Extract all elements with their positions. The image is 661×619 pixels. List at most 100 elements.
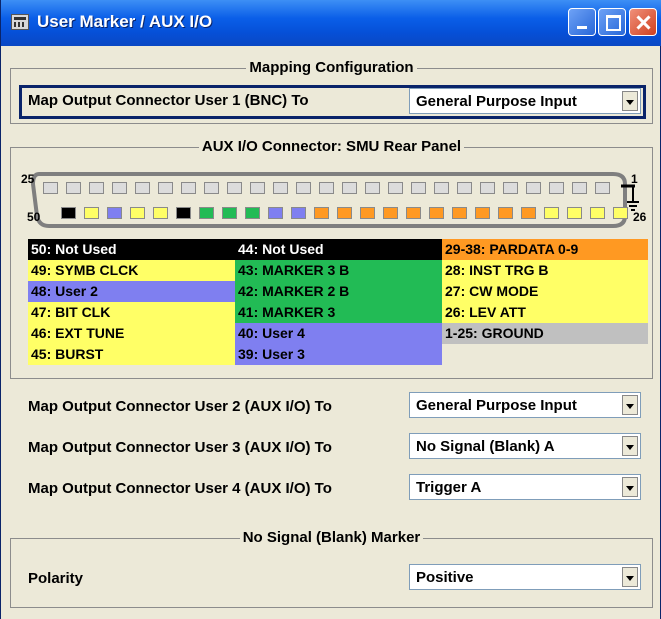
dropdown-arrow-icon[interactable]	[622, 395, 638, 415]
connector-pin-bottom	[245, 207, 260, 219]
blank-group-title: No Signal (Blank) Marker	[239, 529, 424, 546]
connector-pin-bottom	[475, 207, 490, 219]
connector-pin-top	[526, 182, 541, 194]
connector-pin-top	[66, 182, 81, 194]
connector-pin-top	[503, 182, 518, 194]
connector-pin-top	[135, 182, 150, 194]
legend-item: 46: EXT TUNE	[28, 323, 235, 344]
connector-pin-top	[89, 182, 104, 194]
output-user3-label: Map Output Connector User 3 (AUX I/O) To	[28, 439, 332, 456]
connector-pin-top	[595, 182, 610, 194]
connector-pin-bottom	[498, 207, 513, 219]
window-title: User Marker / AUX I/O	[37, 12, 213, 31]
connector-pin-top	[158, 182, 173, 194]
output-user2-dropdown[interactable]: General Purpose Input	[409, 392, 641, 418]
connector-pin-top	[434, 182, 449, 194]
connector-pin-bottom	[337, 207, 352, 219]
connector-pin-bottom	[84, 207, 99, 219]
dropdown-arrow-icon[interactable]	[622, 567, 638, 587]
connector-pin-top	[204, 182, 219, 194]
legend-item: 43: MARKER 3 B	[235, 260, 442, 281]
connector-pin-top	[457, 182, 472, 194]
connector-pin-bottom	[222, 207, 237, 219]
pin-label-26: 26	[633, 210, 647, 224]
legend-item: 44: Not Used	[235, 239, 442, 260]
connector-pin-top	[250, 182, 265, 194]
aux-group-title: AUX I/O Connector: SMU Rear Panel	[198, 138, 465, 155]
connector-pin-bottom	[544, 207, 559, 219]
connector-pin-top	[342, 182, 357, 194]
connector-pin-bottom	[130, 207, 145, 219]
legend-item: 49: SYMB CLCK	[28, 260, 235, 281]
title-bar[interactable]: User Marker / AUX I/O	[1, 0, 661, 46]
connector-pin-top	[43, 182, 58, 194]
connector-pin-top	[112, 182, 127, 194]
connector-pin-bottom	[268, 207, 283, 219]
legend-item: 48: User 2	[28, 281, 235, 302]
app-icon	[11, 14, 29, 30]
connector-pin-bottom	[452, 207, 467, 219]
dialog-window: User Marker / AUX I/O Mapping Configurat…	[0, 0, 661, 619]
output-user2-label: Map Output Connector User 2 (AUX I/O) To	[28, 398, 332, 415]
connector-pin-bottom	[199, 207, 214, 219]
connector-pin-bottom	[613, 207, 628, 219]
output-user4-label: Map Output Connector User 4 (AUX I/O) To	[28, 480, 332, 497]
connector-pin-top	[227, 182, 242, 194]
close-icon[interactable]	[629, 8, 657, 36]
connector-pin-bottom	[429, 207, 444, 219]
polarity-dropdown[interactable]: Positive	[409, 564, 641, 590]
connector-pin-top	[572, 182, 587, 194]
connector-pin-top	[319, 182, 334, 194]
output-user3-dropdown[interactable]: No Signal (Blank) A	[409, 433, 641, 459]
connector-outline	[30, 172, 639, 228]
connector-pin-bottom	[153, 207, 168, 219]
aux-connector-diagram: 25 1 50 26	[21, 172, 646, 228]
connector-pin-top	[273, 182, 288, 194]
connector-pin-top	[411, 182, 426, 194]
output-user3-value: No Signal (Blank) A	[416, 438, 555, 455]
output-user4-value: Trigger A	[416, 479, 482, 496]
legend-item: 27: CW MODE	[442, 281, 648, 302]
legend-item: 1-25: GROUND	[442, 323, 648, 344]
connector-pin-top	[181, 182, 196, 194]
connector-pin-top	[296, 182, 311, 194]
user1-dropdown[interactable]: General Purpose Input	[409, 88, 641, 114]
connector-pin-top	[480, 182, 495, 194]
connector-pin-top	[549, 182, 564, 194]
legend-item: 28: INST TRG B	[442, 260, 648, 281]
connector-pin-top	[365, 182, 380, 194]
connector-pin-bottom	[314, 207, 329, 219]
dropdown-arrow-icon[interactable]	[622, 477, 638, 497]
legend-item: 41: MARKER 3	[235, 302, 442, 323]
legend-item: 45: BURST	[28, 344, 235, 365]
connector-pin-bottom	[291, 207, 306, 219]
legend-item: 39: User 3	[235, 344, 442, 365]
mapping-group-title: Mapping Configuration	[246, 59, 417, 76]
legend-item: 50: Not Used	[28, 239, 235, 260]
legend-item: 42: MARKER 2 B	[235, 281, 442, 302]
connector-pin-bottom	[61, 207, 76, 219]
output-user4-dropdown[interactable]: Trigger A	[409, 474, 641, 500]
output-user2-value: General Purpose Input	[416, 397, 577, 414]
maximize-icon[interactable]	[598, 8, 626, 36]
legend-item: 47: BIT CLK	[28, 302, 235, 323]
connector-pin-bottom	[107, 207, 122, 219]
pin-label-1: 1	[631, 172, 638, 186]
legend-item: 29-38: PARDATA 0-9	[442, 239, 648, 260]
pin-label-50: 50	[27, 210, 41, 224]
legend-item: 26: LEV ATT	[442, 302, 648, 323]
connector-pin-bottom	[590, 207, 605, 219]
dropdown-arrow-icon[interactable]	[622, 91, 638, 111]
connector-pin-bottom	[360, 207, 375, 219]
connector-pin-bottom	[176, 207, 191, 219]
minimize-icon[interactable]	[568, 8, 596, 36]
dropdown-arrow-icon[interactable]	[622, 436, 638, 456]
connector-pin-bottom	[406, 207, 421, 219]
connector-pin-bottom	[521, 207, 536, 219]
connector-pin-top	[388, 182, 403, 194]
connector-pin-bottom	[383, 207, 398, 219]
polarity-value: Positive	[416, 569, 474, 586]
connector-pin-bottom	[567, 207, 582, 219]
polarity-label: Polarity	[28, 570, 84, 587]
user1-label: Map Output Connector User 1 (BNC) To	[28, 92, 309, 109]
